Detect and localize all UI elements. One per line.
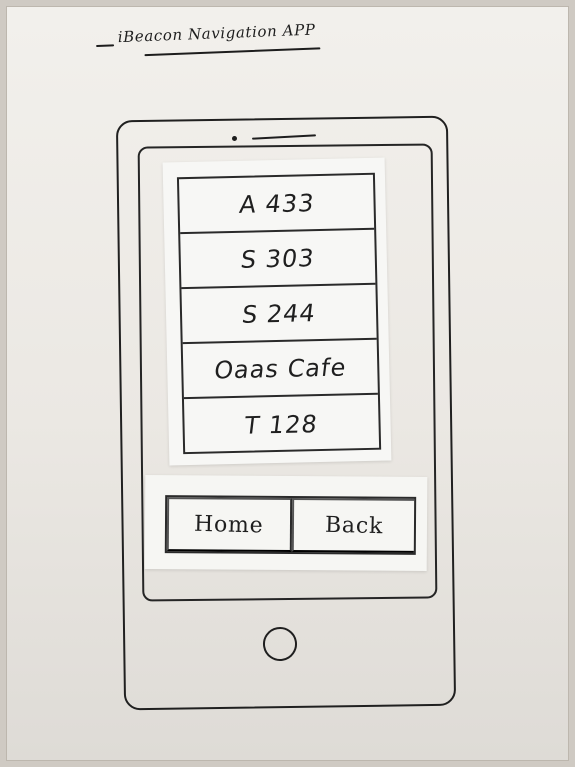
- navigation-buttons-card: Home Back: [144, 475, 428, 571]
- title-text: iBeacon Navigation APP: [117, 20, 316, 47]
- list-item-t128[interactable]: T 128: [184, 395, 379, 454]
- list-item-oaas-cafe[interactable]: Oaas Cafe: [182, 339, 378, 400]
- home-button[interactable]: Home: [166, 497, 292, 553]
- list-item-s303[interactable]: S 303: [180, 229, 376, 290]
- sketch-title: iBeacon Navigation APP: [95, 19, 356, 63]
- location-list-card: A 433 S 303 S 244 Oaas Cafe T 128: [162, 157, 392, 466]
- list-item-s244[interactable]: S 244: [181, 284, 377, 345]
- home-button-label: Home: [194, 511, 265, 538]
- location-list: A 433 S 303 S 244 Oaas Cafe T 128: [176, 172, 382, 455]
- title-underline: [144, 47, 321, 57]
- back-button-label: Back: [324, 512, 384, 539]
- list-item-label: Oaas Cafe: [212, 352, 348, 384]
- list-item-a433[interactable]: A 433: [178, 174, 375, 235]
- list-item-label: S 303: [239, 243, 317, 274]
- list-item-label: S 244: [240, 298, 318, 329]
- camera-icon: [232, 136, 237, 141]
- navigation-buttons: Home Back: [164, 495, 417, 555]
- title-dash: [96, 44, 115, 47]
- list-item-label: A 433: [237, 188, 316, 219]
- back-button[interactable]: Back: [291, 498, 415, 553]
- list-item-label: T 128: [243, 409, 320, 440]
